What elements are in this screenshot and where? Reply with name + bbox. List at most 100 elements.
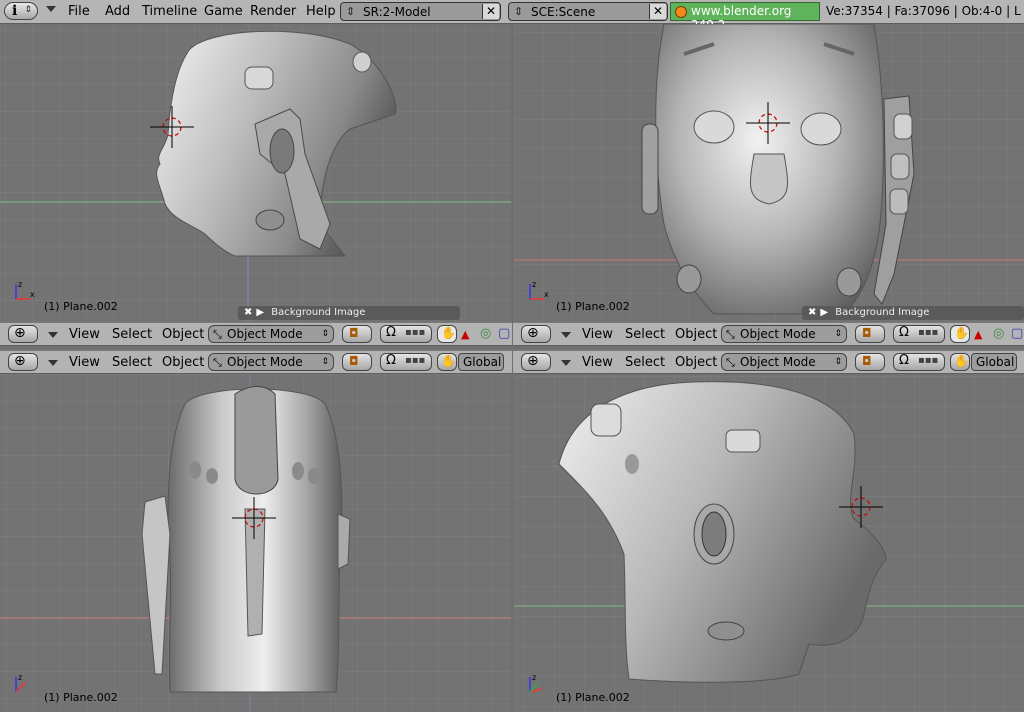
screen-selector[interactable]: ⇕ SR:2-Model ✕ (340, 2, 501, 21)
menu-view[interactable]: View (582, 355, 613, 370)
menu-view[interactable]: View (582, 327, 613, 342)
menu-object[interactable]: Object (162, 355, 204, 370)
pivot-button[interactable]: Ω ▪▪▪ (893, 325, 945, 343)
menu-select[interactable]: Select (625, 355, 665, 370)
menu-render[interactable]: Render (250, 4, 296, 19)
hand-icon: ✋ (441, 354, 456, 368)
manipulator-toggle[interactable]: ✋ (950, 325, 970, 343)
menu-add[interactable]: Add (105, 4, 130, 19)
collapse-menu-icon[interactable] (561, 332, 571, 338)
draw-type-button[interactable]: ◘ (855, 353, 885, 371)
active-object-label: (1) Plane.002 (556, 691, 630, 704)
dots-icon: ▪▪▪ (918, 355, 939, 366)
dots-icon: ▪▪▪ (405, 355, 426, 366)
background-image-label: Background Image (835, 307, 930, 318)
pivot-button[interactable]: Ω ▪▪▪ (380, 325, 432, 343)
collapse-menu-icon[interactable] (48, 332, 58, 338)
menu-view[interactable]: View (69, 355, 100, 370)
scene-name[interactable]: SCE:Scene (531, 3, 595, 21)
transform-orientation-selector[interactable]: Global (971, 353, 1017, 371)
updown-icon: ⇕ (24, 5, 32, 15)
viewport-top-left[interactable]: zx (1) Plane.002 ✖ ▶ Background Image (0, 24, 511, 322)
menu-select[interactable]: Select (112, 355, 152, 370)
shading-icon: ◘ (862, 354, 872, 368)
viewport-top-right[interactable]: zx (1) Plane.002 ✖ ▶ Background Image (514, 24, 1024, 322)
updown-icon: ⇕ (346, 5, 356, 18)
window-type-button[interactable]: ⊕ (521, 325, 551, 343)
updown-icon: ⇕ (834, 357, 842, 367)
object-mode-icon: ⤡ (213, 356, 222, 369)
updown-icon: ⇕ (514, 5, 524, 18)
menu-object[interactable]: Object (675, 327, 717, 342)
background-image-panel[interactable]: ✖ ▶ Background Image (802, 306, 1024, 320)
background-image-panel[interactable]: ✖ ▶ Background Image (238, 306, 460, 320)
pivot-button[interactable]: Ω ▪▪▪ (893, 353, 945, 371)
mode-selector[interactable]: ⤡ Object Mode ⇕ (208, 325, 334, 343)
svg-text:x: x (30, 290, 35, 299)
updown-icon: ⇕ (321, 329, 329, 339)
blender-logo-icon (675, 6, 687, 18)
info-window-type-button[interactable]: i ⇕ (4, 2, 38, 20)
object-mode-icon: ⤡ (726, 356, 735, 369)
rotate-manipulator-icon[interactable]: ◎ (993, 326, 1004, 341)
menu-select[interactable]: Select (112, 327, 152, 342)
translate-manipulator-icon[interactable]: ▲ (461, 328, 469, 341)
mode-selector[interactable]: ⤡ Object Mode ⇕ (208, 353, 334, 371)
translate-manipulator-icon[interactable]: ▲ (974, 328, 982, 341)
viewport-bottom-right[interactable]: z (1) Plane.002 (514, 374, 1024, 712)
manipulator-toggle[interactable]: ✋ (437, 325, 457, 343)
delete-scene-icon[interactable]: ✕ (649, 4, 666, 19)
pivot-icon: Ω (899, 353, 909, 368)
menu-object[interactable]: Object (162, 327, 204, 342)
top-menubar: i ⇕ File Add Timeline Game Render Help ⇕… (0, 0, 1024, 32)
draw-type-button[interactable]: ◘ (855, 325, 885, 343)
mode-value: Object Mode (227, 355, 303, 369)
viewport-grid: zx (514, 24, 1024, 322)
pivot-icon: Ω (386, 353, 396, 368)
svg-text:z: z (18, 673, 22, 682)
mode-selector[interactable]: ⤡ Object Mode ⇕ (721, 325, 847, 343)
rotate-manipulator-icon[interactable]: ◎ (480, 326, 491, 341)
collapse-menu-icon[interactable] (46, 6, 56, 12)
menu-timeline[interactable]: Timeline (142, 4, 197, 19)
viewport-header-bottom-left: ⊕ View Select Object ⤡ Object Mode ⇕ ◘ Ω… (0, 350, 512, 374)
menu-select[interactable]: Select (625, 327, 665, 342)
viewport-header-top-left: ⊕ View Select Object ⤡ Object Mode ⇕ ◘ Ω… (0, 322, 512, 346)
expand-triangle-icon[interactable]: ▶ (256, 307, 264, 318)
mode-selector[interactable]: ⤡ Object Mode ⇕ (721, 353, 847, 371)
expand-triangle-icon[interactable]: ▶ (820, 307, 828, 318)
collapse-menu-icon[interactable] (48, 360, 58, 366)
window-type-button[interactable]: ⊕ (8, 353, 38, 371)
manipulator-toggle[interactable]: ✋ (950, 353, 970, 371)
crosshair-icon: ⊕ (14, 353, 26, 369)
crosshair-icon: ⊕ (527, 353, 539, 369)
hand-icon: ✋ (441, 326, 456, 340)
delete-screen-icon[interactable]: ✕ (482, 4, 499, 19)
pivot-icon: Ω (899, 325, 909, 340)
scale-manipulator-icon[interactable]: ▢ (498, 326, 510, 341)
close-icon[interactable]: ✖ (244, 307, 252, 318)
manipulator-toggle[interactable]: ✋ (437, 353, 457, 371)
menu-file[interactable]: File (68, 4, 90, 19)
menu-help[interactable]: Help (306, 4, 336, 19)
scale-manipulator-icon[interactable]: ▢ (1011, 326, 1023, 341)
viewport-header-top-right: ⊕ View Select Object ⤡ Object Mode ⇕ ◘ Ω… (513, 322, 1024, 346)
updown-icon: ⇕ (321, 357, 329, 367)
window-type-button[interactable]: ⊕ (8, 325, 38, 343)
viewport-bottom-left[interactable]: z (1) Plane.002 (0, 374, 511, 712)
transform-orientation-selector[interactable]: Global (458, 353, 504, 371)
updown-icon: ⇕ (834, 329, 842, 339)
shading-icon: ◘ (349, 326, 359, 340)
collapse-menu-icon[interactable] (561, 360, 571, 366)
draw-type-button[interactable]: ◘ (342, 325, 372, 343)
close-icon[interactable]: ✖ (808, 307, 816, 318)
menu-object[interactable]: Object (675, 355, 717, 370)
menu-view[interactable]: View (69, 327, 100, 342)
window-type-button[interactable]: ⊕ (521, 353, 551, 371)
menu-game[interactable]: Game (204, 4, 243, 19)
pivot-button[interactable]: Ω ▪▪▪ (380, 353, 432, 371)
screen-name[interactable]: SR:2-Model (363, 3, 431, 21)
draw-type-button[interactable]: ◘ (342, 353, 372, 371)
scene-selector[interactable]: ⇕ SCE:Scene ✕ (508, 2, 668, 21)
mode-value: Object Mode (740, 355, 816, 369)
